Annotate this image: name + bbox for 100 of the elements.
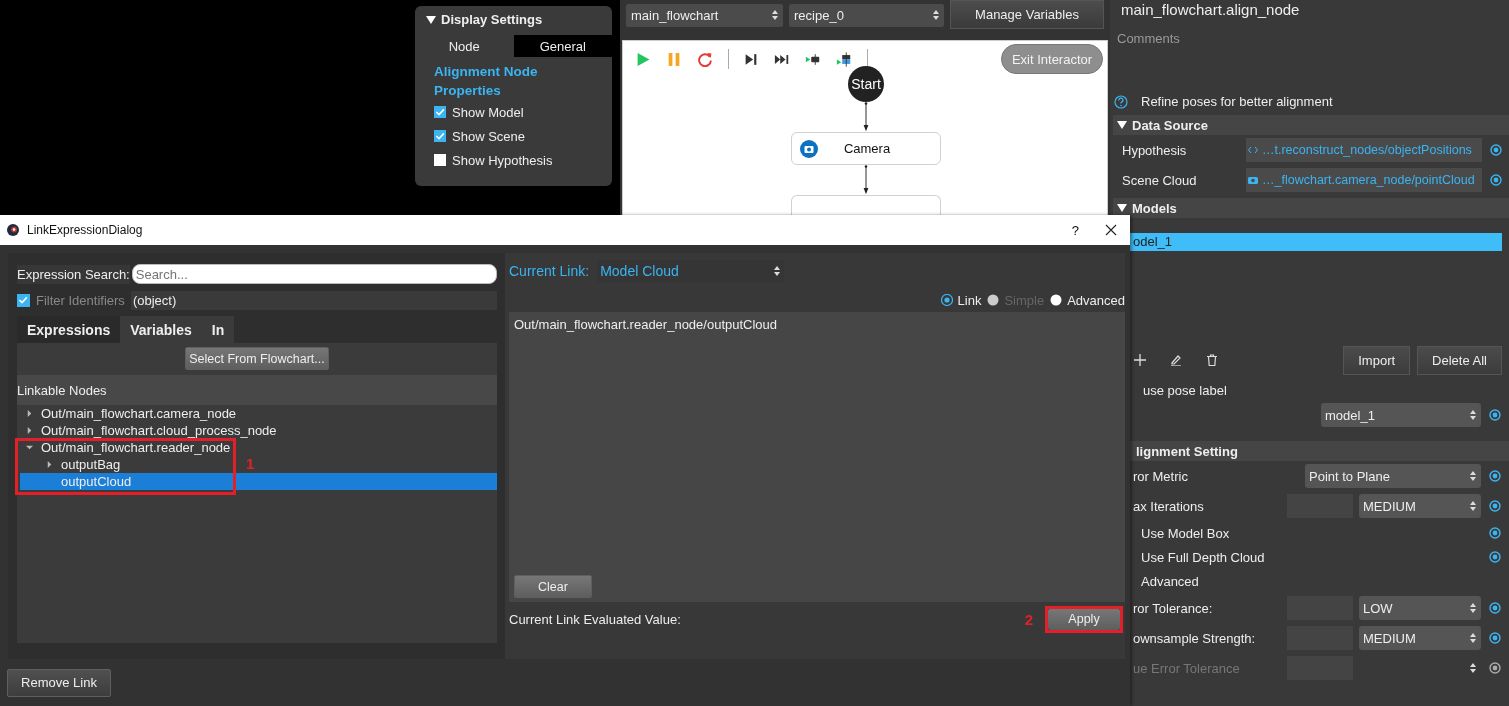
expand-arrow-icon[interactable] xyxy=(26,427,33,434)
tree-item[interactable]: outputBag xyxy=(20,456,125,473)
target-icon[interactable] xyxy=(1489,527,1501,539)
help-button[interactable]: ? xyxy=(1071,222,1079,238)
dropdown[interactable]: Point to Plane xyxy=(1305,464,1481,488)
field-label: Advanced xyxy=(1141,573,1199,589)
checkbox[interactable] xyxy=(434,106,446,118)
collapse-arrow-icon[interactable] xyxy=(426,14,436,25)
field-label: ownsample Strength: xyxy=(1133,630,1256,646)
target-icon[interactable] xyxy=(1489,409,1501,421)
start-node[interactable]: Start xyxy=(848,66,884,102)
radio-label: Link xyxy=(957,292,982,308)
link-field[interactable]: …_flowchart.camera_node/pointCloud xyxy=(1246,168,1482,192)
updown-arrows-icon xyxy=(1470,410,1476,420)
step-icon[interactable] xyxy=(743,51,759,67)
search-field[interactable]: Search... xyxy=(131,264,497,284)
annotation-number: 1 xyxy=(246,455,255,472)
manage-variables-button[interactable]: Manage Variables xyxy=(950,0,1104,29)
field-label: ror Tolerance: xyxy=(1133,600,1213,616)
checkbox-label: use pose label xyxy=(1143,382,1227,398)
comments-label: Comments xyxy=(1116,31,1181,48)
tab[interactable]: Node xyxy=(415,35,514,57)
target-icon[interactable] xyxy=(1489,470,1501,482)
tree-item[interactable]: outputCloud xyxy=(20,473,497,490)
expand-arrow-icon[interactable] xyxy=(46,461,53,468)
link-field[interactable]: …t.reconstruct_nodes/objectPositions xyxy=(1246,138,1482,162)
dropdown[interactable]: main_flowchart xyxy=(626,3,783,27)
close-icon[interactable] xyxy=(1105,224,1117,236)
collapse-arrow-icon[interactable] xyxy=(1117,203,1127,213)
connector-arrow xyxy=(862,102,870,132)
section-heading: Alignment Node Properties xyxy=(433,63,539,100)
select-from-flowchart-button[interactable]: Select From Flowchart... xyxy=(185,347,329,370)
tree-item[interactable]: Out/main_flowchart.reader_node xyxy=(20,439,235,456)
updown-arrows-icon xyxy=(774,266,781,276)
code-brackets-icon xyxy=(1248,146,1258,154)
dropdown[interactable]: MEDIUM xyxy=(1359,494,1481,518)
field-label: ue Error Tolerance xyxy=(1133,660,1240,676)
updown-arrows-icon xyxy=(772,10,778,20)
annotation-number: 2 xyxy=(1024,610,1033,628)
updown-arrows-icon xyxy=(933,10,939,20)
pencil-icon[interactable] xyxy=(1170,354,1182,366)
flowchart-node[interactable]: Camera xyxy=(791,132,941,165)
field-label: Use Model Box xyxy=(1141,525,1230,541)
section-header[interactable]: Data Source xyxy=(1113,115,1509,135)
updown-arrows-icon xyxy=(1470,471,1476,481)
tree-header: Linkable Nodes xyxy=(17,375,497,405)
target-icon[interactable] xyxy=(1489,551,1501,563)
run-to-box-icon[interactable] xyxy=(836,51,852,67)
expand-arrow-icon[interactable] xyxy=(26,444,33,451)
updown-arrows-icon xyxy=(1470,603,1476,613)
trash-icon[interactable] xyxy=(1206,354,1218,366)
section-header[interactable]: Models xyxy=(1113,198,1509,218)
flowchart-node[interactable] xyxy=(791,195,941,215)
window-title: LinkExpressionDialog xyxy=(27,223,143,237)
camera-icon xyxy=(800,139,818,158)
tab[interactable]: In xyxy=(201,316,235,343)
radio-button[interactable] xyxy=(1050,294,1063,306)
checkbox[interactable] xyxy=(17,294,30,307)
node-title: main_flowchart.align_node xyxy=(1120,0,1301,20)
collapse-arrow-icon[interactable] xyxy=(1117,120,1127,130)
clear-button[interactable]: Clear xyxy=(514,575,592,598)
checkbox-label: Show Model xyxy=(452,104,524,120)
run-to-node-icon[interactable] xyxy=(805,51,821,67)
updown-arrows-icon xyxy=(1470,663,1476,673)
field-label: Scene Cloud xyxy=(1122,172,1198,188)
radio-label: Advanced xyxy=(1067,292,1125,308)
panel-button[interactable]: Import xyxy=(1343,345,1411,375)
expression-editor[interactable]: Out/main_flowchart.reader_node/outputCloud Clear xyxy=(509,312,1125,602)
tree-item[interactable]: Out/main_flowchart.cloud_process_node xyxy=(20,422,281,439)
panel-button[interactable]: Delete All xyxy=(1417,345,1502,375)
target-icon[interactable] xyxy=(1490,144,1502,156)
expand-arrow-icon[interactable] xyxy=(26,410,33,417)
plus-icon[interactable] xyxy=(1134,354,1146,366)
dropdown[interactable]: LOW xyxy=(1359,596,1481,620)
help-icon[interactable] xyxy=(1114,94,1128,109)
app-icon xyxy=(6,223,20,237)
field-label: ror Metric xyxy=(1133,468,1188,484)
checkbox-label: Show Scene xyxy=(452,128,525,144)
target-icon[interactable] xyxy=(1489,500,1501,512)
target-icon[interactable] xyxy=(1489,632,1501,644)
tree-item[interactable]: Out/main_flowchart.camera_node xyxy=(20,405,241,422)
dropdown[interactable]: recipe_0 xyxy=(789,3,944,27)
target-icon[interactable] xyxy=(1489,602,1501,614)
restart-icon[interactable] xyxy=(697,51,713,67)
tab[interactable]: Expressions xyxy=(17,316,121,343)
model-dropdown[interactable]: model_1 xyxy=(1321,403,1481,427)
checkbox[interactable] xyxy=(434,154,446,166)
apply-button[interactable]: Apply xyxy=(1048,608,1120,630)
list-item[interactable]: odel_1 xyxy=(1130,233,1502,251)
target-icon[interactable] xyxy=(1490,174,1502,186)
updown-arrows-icon xyxy=(1470,501,1476,511)
evaluated-value-label: Current Link Evaluated Value: xyxy=(509,611,681,627)
tab[interactable]: General xyxy=(513,35,612,57)
checkbox-label: Show Hypothesis xyxy=(452,152,553,168)
dropdown[interactable]: MEDIUM xyxy=(1359,626,1481,650)
radio-button[interactable] xyxy=(940,294,953,306)
connector-arrow xyxy=(862,165,870,195)
checkbox[interactable] xyxy=(434,130,446,142)
tab[interactable]: Variables xyxy=(120,316,202,343)
remove-link-button[interactable]: Remove Link xyxy=(7,668,111,697)
